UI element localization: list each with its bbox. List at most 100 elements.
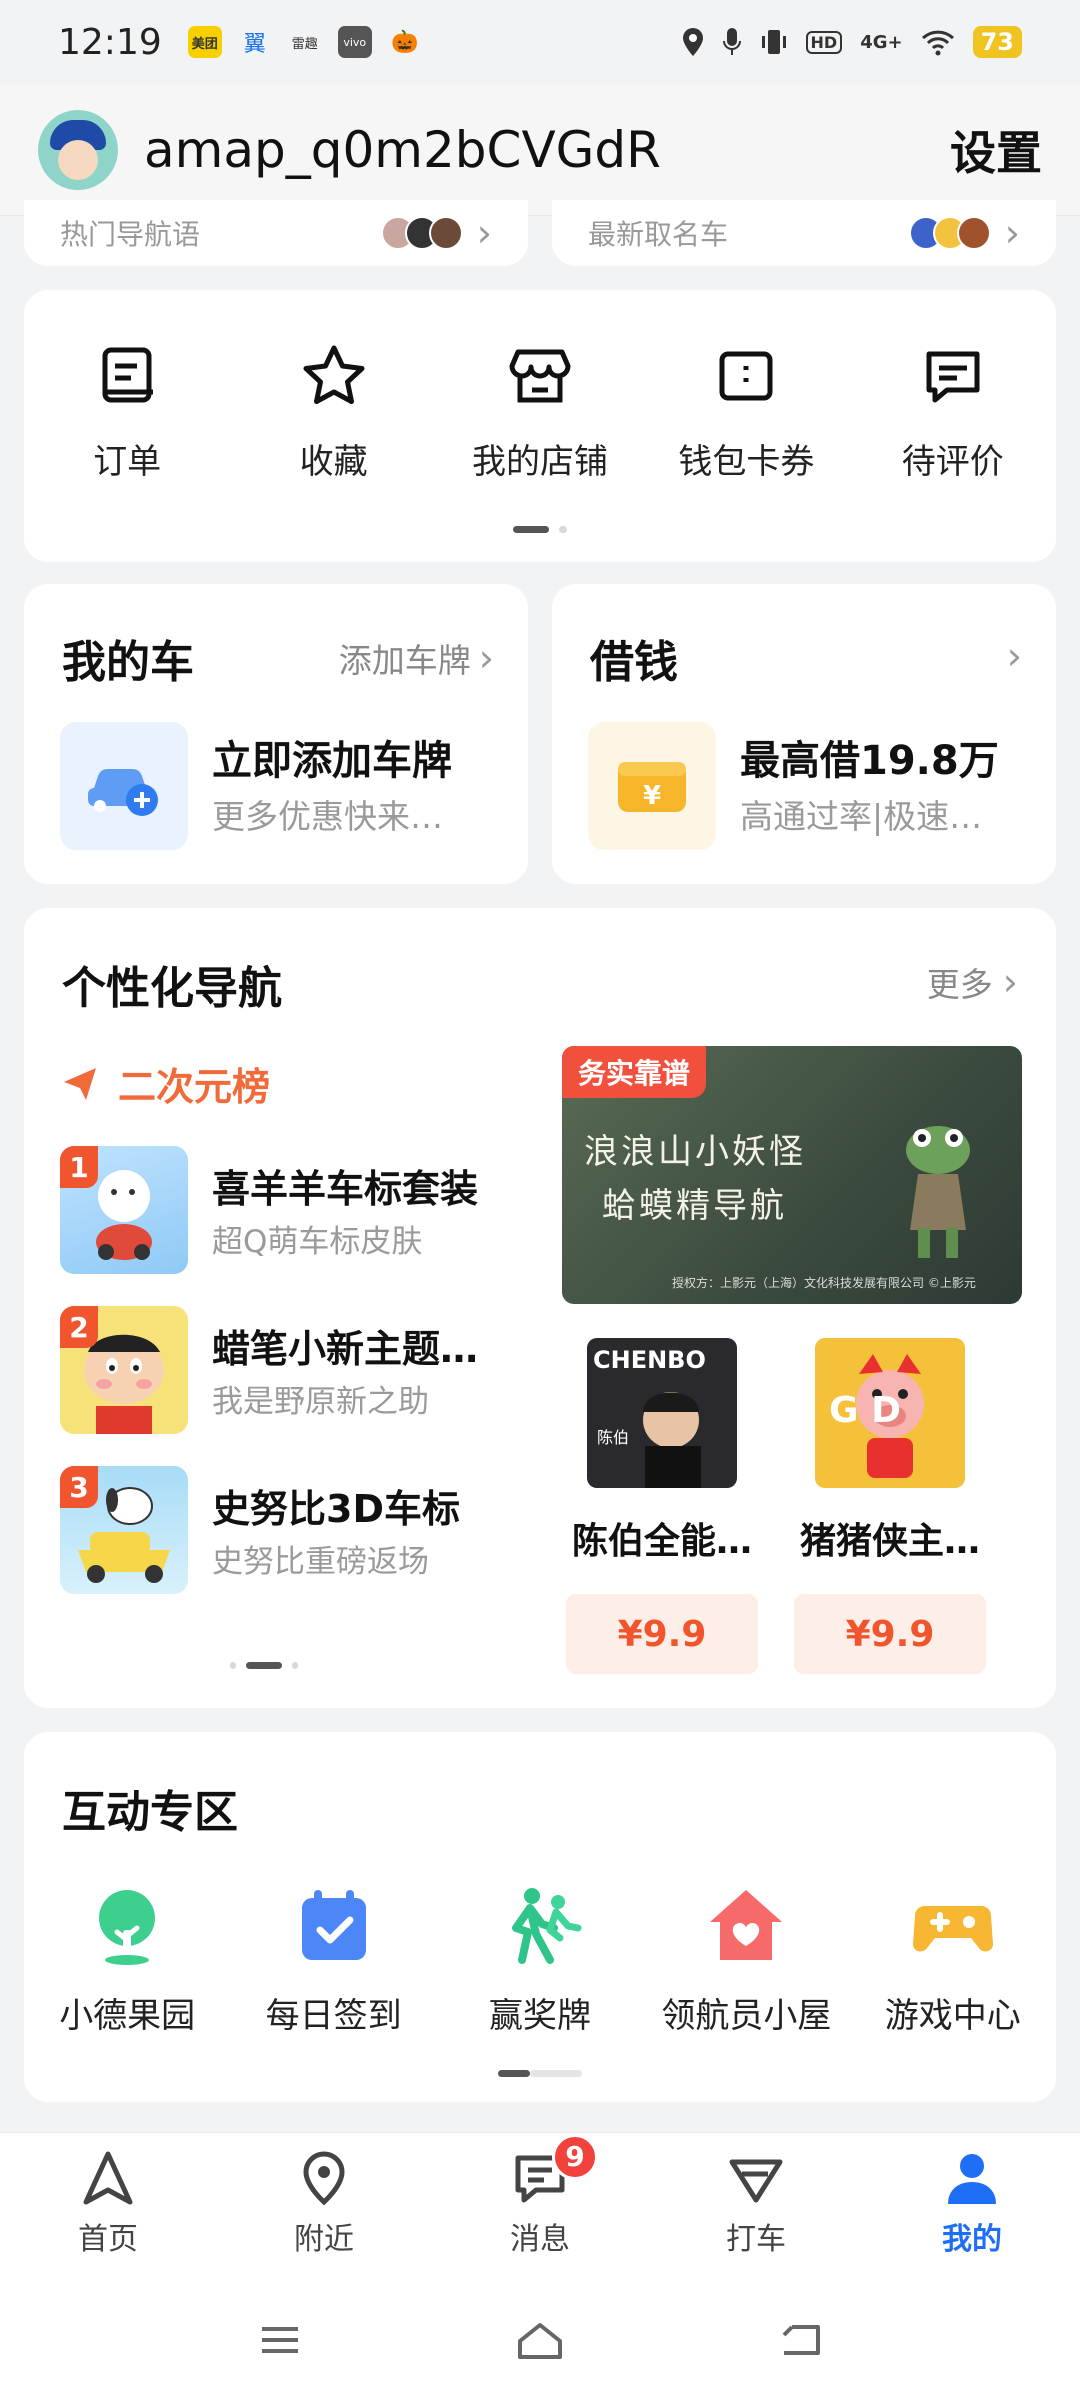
rank-badge: 1 xyxy=(60,1146,98,1188)
rank-item-1[interactable]: 1 喜羊羊车标套装 超Q萌车标皮肤 xyxy=(60,1146,520,1274)
receipt-icon xyxy=(102,347,154,403)
tab-label: 附近 xyxy=(294,2221,354,2257)
game-center-label: 游戏中心 xyxy=(884,1996,1021,2036)
orders-button[interactable]: 订单 xyxy=(37,340,217,483)
microphone-icon xyxy=(722,28,741,55)
menu-icon[interactable] xyxy=(250,2315,310,2365)
hot-nav-voice-card[interactable]: 热门导航语 › xyxy=(24,200,528,266)
calendar-check-icon xyxy=(301,1890,366,1960)
car-avatars xyxy=(908,216,991,250)
featured-banner[interactable]: 务实靠谱 浪浪山小妖怪 蛤蟆精导航 授权方：上影元（上海）文化科技发展有限公司 … xyxy=(562,1046,1022,1304)
personalized-nav-title: 个性化导航 xyxy=(62,963,282,1014)
rank-item-name: 喜羊羊车标套装 xyxy=(212,1167,479,1211)
pumpkin-icon: 🎃 xyxy=(391,29,419,55)
system-navigation-bar xyxy=(0,2272,1080,2408)
status-indicators: HD 4G+ 73 xyxy=(682,26,1022,58)
status-time: 12:19 xyxy=(58,21,162,63)
username[interactable]: amap_q0m2bCVGdR xyxy=(144,121,661,179)
rank-pager xyxy=(24,1662,504,1669)
interaction-zone-title: 互动专区 xyxy=(62,1787,238,1838)
win-medals-button[interactable]: 赢奖牌 xyxy=(442,1882,638,2037)
more-link[interactable]: 更多 › xyxy=(927,958,1018,1006)
product-name: 猪猪侠主… xyxy=(799,1521,980,1562)
hd-icon: HD xyxy=(805,30,843,54)
location-pin-icon xyxy=(303,2150,345,2205)
navigation-arrow-icon xyxy=(83,2151,133,2204)
loan-main: 最高借19.8万 xyxy=(740,738,999,784)
game-center-button[interactable]: 游戏中心 xyxy=(855,1882,1051,2037)
frog-character-icon xyxy=(906,1126,970,1258)
navigator-house-button[interactable]: 领航员小屋 xyxy=(648,1882,844,2037)
loan-chevron[interactable]: › xyxy=(1007,634,1022,678)
chevron-right-icon: › xyxy=(1004,211,1020,255)
product-name: 陈伯全能… xyxy=(571,1521,752,1562)
avatar[interactable] xyxy=(38,109,118,190)
tab-messages[interactable]: 消息 9 xyxy=(460,2133,620,2258)
vivo-icon: vivo xyxy=(337,26,372,58)
daily-checkin-button[interactable]: 每日签到 xyxy=(236,1882,432,2037)
meituan-icon: 美团 xyxy=(187,26,222,58)
banner-tag: 务实靠谱 xyxy=(562,1046,707,1098)
svg-text:¥: ¥ xyxy=(643,781,661,811)
product-thumb: CHENBO 陈伯 xyxy=(587,1338,737,1488)
house-heart-icon xyxy=(710,1890,783,1960)
tab-home[interactable]: 首页 xyxy=(28,2148,188,2258)
new-car-name-card[interactable]: 最新取名车 › xyxy=(552,200,1056,266)
product-price-button[interactable]: ¥9.9 xyxy=(566,1594,758,1674)
tab-taxi[interactable]: 打车 xyxy=(676,2148,836,2258)
product-card-1[interactable]: CHENBO 陈伯 陈伯全能… ¥9.9 xyxy=(564,1338,760,1674)
banner-line-2: 蛤蟆精导航 xyxy=(602,1186,787,1226)
orchard-button[interactable]: 小德果园 xyxy=(29,1882,225,2037)
wallet-yuan-icon: ¥ xyxy=(588,722,716,850)
running-icon xyxy=(511,1888,582,1964)
loan-title: 借钱 xyxy=(590,637,678,688)
voice-avatars xyxy=(380,216,463,250)
daily-checkin-label: 每日签到 xyxy=(265,1996,402,2036)
rank-item-2[interactable]: 2 蜡笔小新主题… 我是野原新之助 xyxy=(60,1306,520,1434)
home-icon[interactable] xyxy=(510,2315,570,2365)
telecom-icon: 翼 xyxy=(243,32,266,57)
product-price-button[interactable]: ¥9.9 xyxy=(794,1594,986,1674)
paper-plane-icon xyxy=(64,1067,96,1100)
hot-nav-voice-label: 热门导航语 xyxy=(60,218,201,251)
leiqu-icon: 雷趣 xyxy=(291,36,318,52)
my-store-button[interactable]: 我的店铺 xyxy=(450,340,630,483)
product-thumb: G D xyxy=(815,1338,965,1488)
network-type: 4G+ xyxy=(860,31,903,53)
loan-card[interactable]: 借钱 › ¥ 最高借19.8万 高通过率|极速… xyxy=(552,584,1056,884)
taxi-icon xyxy=(729,2159,783,2202)
favorites-button[interactable]: 收藏 xyxy=(244,340,424,483)
product-card-2[interactable]: G D 猪猪侠主… ¥9.9 xyxy=(792,1338,988,1674)
add-plate-sub: 更多优惠快来… xyxy=(212,797,443,836)
quick-actions-card: 订单 收藏 我的店铺 钱包卡券 待评价 xyxy=(24,290,1056,562)
status-bar: 12:19 美团 翼 雷趣 vivo 🎃 HD 4G+ 73 xyxy=(0,0,1080,84)
settings-button[interactable]: 设置 xyxy=(950,117,1042,183)
favorites-label: 收藏 xyxy=(299,442,368,482)
rank-badge: 3 xyxy=(60,1466,98,1508)
car-add-icon xyxy=(60,722,188,850)
add-plate-link[interactable]: 添加车牌 › xyxy=(339,634,494,682)
interaction-zone-card: 互动专区 小德果园 每日签到 赢奖牌 领航员小屋 游戏中心 xyxy=(24,1732,1056,2102)
loan-sub: 高通过率|极速… xyxy=(740,797,983,836)
tab-label: 首页 xyxy=(78,2221,138,2257)
rank-item-desc: 超Q萌车标皮肤 xyxy=(212,1224,423,1260)
message-count-badge: 9 xyxy=(552,2133,598,2180)
interaction-pager xyxy=(24,2070,1056,2077)
chevron-right-icon: › xyxy=(1002,960,1018,1004)
rank-item-name: 史努比3D车标 xyxy=(212,1487,460,1531)
back-icon[interactable] xyxy=(770,2315,830,2365)
wallet-icon xyxy=(719,351,773,401)
review-icon xyxy=(926,351,980,403)
gamepad-icon xyxy=(912,1906,993,1952)
rank-item-3[interactable]: 3 史努比3D车标 史努比重磅返场 xyxy=(60,1466,520,1594)
quick-actions-pager xyxy=(24,526,1056,533)
vibrate-icon xyxy=(761,30,786,54)
tab-label: 我的 xyxy=(942,2221,1002,2257)
pending-review-button[interactable]: 待评价 xyxy=(863,340,1043,483)
wallet-coupons-button[interactable]: 钱包卡券 xyxy=(656,340,836,483)
my-car-card[interactable]: 我的车 添加车牌 › 立即添加车牌 更多优惠快来… xyxy=(24,584,528,884)
tab-mine[interactable]: 我的 xyxy=(892,2148,1052,2258)
battery-level: 73 xyxy=(972,26,1022,58)
tab-nearby[interactable]: 附近 xyxy=(244,2148,404,2258)
status-app-icons: 美团 翼 雷趣 vivo 🎃 xyxy=(187,26,422,58)
